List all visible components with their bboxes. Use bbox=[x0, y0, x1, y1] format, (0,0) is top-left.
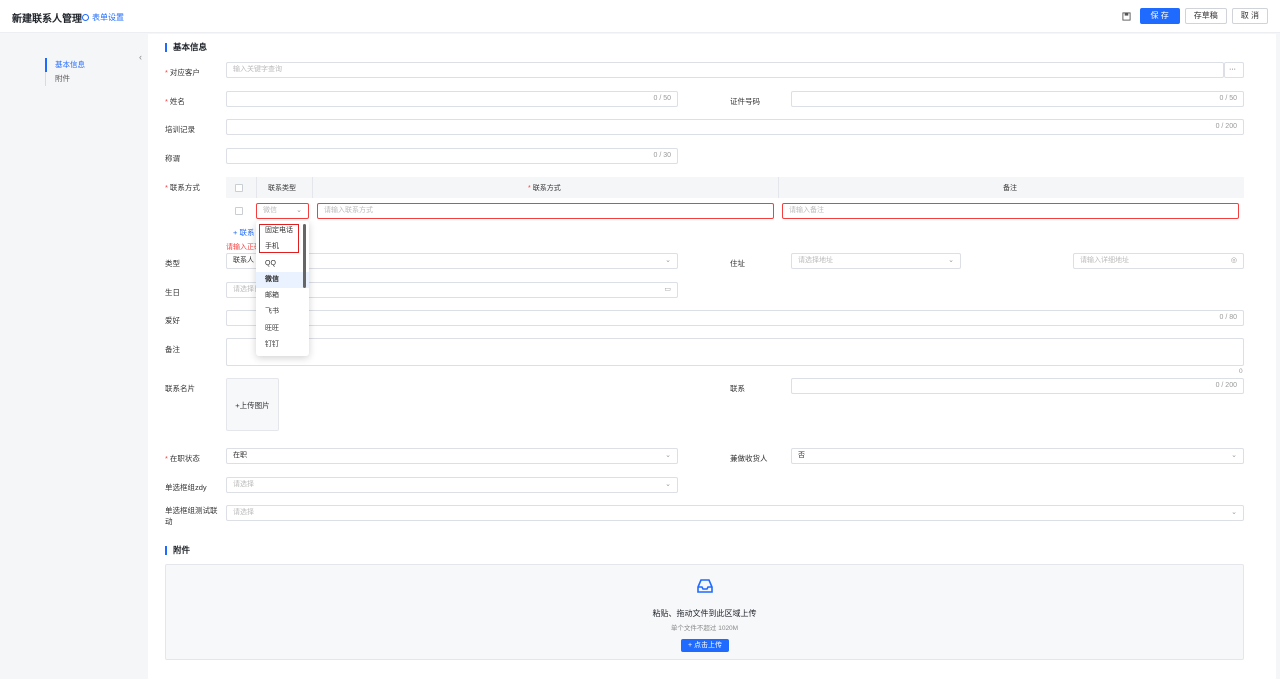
add-contact-link[interactable]: + 联系 bbox=[233, 227, 254, 238]
dropdown-scrollbar[interactable] bbox=[303, 224, 306, 288]
dropzone-title: 粘贴、拖动文件到此区域上传 bbox=[652, 609, 757, 618]
highlight-box bbox=[259, 224, 299, 253]
radio-zdy-select[interactable]: 请选择 ⌄ bbox=[226, 477, 678, 493]
radio-test-select[interactable]: 请选择 ⌄ bbox=[226, 505, 1244, 521]
nav-item-basic-info[interactable]: 基本信息 bbox=[45, 58, 85, 72]
hobby-label: 爱好 bbox=[165, 316, 180, 325]
receiver-select[interactable]: 否 ⌄ bbox=[791, 448, 1244, 464]
contact-type-select[interactable]: 微信 ⌄ bbox=[256, 203, 309, 219]
hobby-input[interactable]: 0 / 80 bbox=[226, 310, 1244, 326]
row-checkbox[interactable] bbox=[235, 207, 243, 215]
customer-more-button[interactable]: ··· bbox=[1224, 62, 1244, 78]
chevron-down-icon: ⌄ bbox=[296, 207, 302, 214]
nav-item-attachment[interactable]: 附件 bbox=[45, 72, 85, 86]
chevron-down-icon: ⌄ bbox=[1231, 509, 1237, 516]
gear-icon bbox=[82, 14, 89, 21]
save-disk-icon[interactable] bbox=[1119, 8, 1135, 24]
dropdown-option[interactable]: 飞书 bbox=[256, 304, 309, 320]
contact-remark-input[interactable]: 请输入备注 bbox=[782, 203, 1239, 219]
chevron-down-icon: ⌄ bbox=[665, 452, 671, 459]
inbox-icon bbox=[697, 579, 713, 593]
name-label: 姓名 bbox=[165, 96, 185, 107]
remark-count: 0 bbox=[1239, 368, 1243, 375]
select-all-checkbox[interactable] bbox=[235, 184, 243, 192]
address-select[interactable]: 请选择地址 ⌄ bbox=[791, 253, 961, 269]
address-label: 住址 bbox=[730, 259, 745, 268]
status-select[interactable]: 在职 ⌄ bbox=[226, 448, 678, 464]
section-title-basic: 基本信息 bbox=[165, 43, 207, 52]
click-upload-button[interactable]: + 点击上传 bbox=[681, 639, 730, 652]
radio-test-label: 单选框组测试联动 bbox=[165, 506, 218, 526]
location-pin-icon: ◎ bbox=[1230, 257, 1237, 264]
column-remark: 备注 bbox=[1003, 185, 1017, 192]
top-bar: 新建联系人管理 表单设置 保 存 存草稿 取 消 bbox=[0, 0, 1280, 33]
section-nav: 基本信息 附件 bbox=[45, 58, 85, 86]
upload-image-button[interactable]: +上传图片 bbox=[226, 378, 279, 431]
status-label: 在职状态 bbox=[165, 453, 200, 464]
birthday-label: 生日 bbox=[165, 288, 180, 297]
dropdown-option[interactable]: QQ bbox=[256, 256, 309, 272]
remark-label: 备注 bbox=[165, 345, 180, 354]
contact-method-input[interactable]: 请输入联系方式 bbox=[317, 203, 774, 219]
plus-icon: + bbox=[688, 642, 693, 649]
chevron-down-icon: ⌄ bbox=[948, 257, 954, 264]
radio-zdy-label: 单选框组zdy bbox=[165, 483, 207, 492]
id-number-label: 证件号码 bbox=[730, 97, 760, 106]
cancel-button[interactable]: 取 消 bbox=[1231, 8, 1268, 24]
title-input[interactable]: 0 / 30 bbox=[226, 148, 678, 164]
type-label: 类型 bbox=[165, 259, 180, 268]
section-title-attachment: 附件 bbox=[165, 546, 190, 555]
contact-table-header: 联系类型 联系方式 备注 bbox=[226, 177, 1244, 198]
title-label: 称谓 bbox=[165, 154, 180, 163]
dropzone-subtitle: 单个文件不超过 1020M bbox=[670, 625, 739, 632]
chevron-down-icon: ⌄ bbox=[665, 481, 671, 488]
file-dropzone[interactable]: 粘贴、拖动文件到此区域上传 单个文件不超过 1020M + 点击上传 bbox=[165, 564, 1244, 660]
customer-search-input[interactable]: 输入关键字查询 bbox=[226, 62, 1224, 78]
calendar-icon: ▭ bbox=[664, 286, 671, 293]
contact-method-label: 联系方式 bbox=[165, 182, 200, 193]
chevron-down-icon: ⌄ bbox=[665, 257, 671, 264]
sidebar bbox=[0, 34, 148, 679]
plus-icon: + bbox=[233, 228, 238, 237]
chevron-down-icon: ⌄ bbox=[1231, 452, 1237, 459]
column-contact-method: 联系方式 bbox=[528, 183, 561, 193]
contact-label: 联系 bbox=[730, 384, 745, 393]
contact-type-dropdown: 固定电话 手机 QQ 微信 邮箱 飞书 旺旺 钉钉 bbox=[256, 221, 309, 356]
save-button[interactable]: 保 存 bbox=[1139, 8, 1180, 24]
training-label: 培训记录 bbox=[165, 125, 195, 134]
card-label: 联系名片 bbox=[165, 384, 195, 393]
page-title: 新建联系人管理 bbox=[12, 14, 82, 25]
collapse-sidebar-icon[interactable]: ‹ bbox=[139, 52, 142, 62]
save-draft-button[interactable]: 存草稿 bbox=[1184, 8, 1227, 24]
training-input[interactable]: 0 / 200 bbox=[226, 119, 1244, 135]
dropdown-option[interactable]: 旺旺 bbox=[256, 321, 309, 337]
customer-label: 对应客户 bbox=[165, 67, 200, 78]
form-settings-label: 表单设置 bbox=[92, 13, 124, 22]
address-detail-input[interactable]: 请输入详细地址 ◎ bbox=[1073, 253, 1244, 269]
dropdown-option-selected[interactable]: 微信 bbox=[256, 271, 309, 289]
column-contact-type: 联系类型 bbox=[268, 185, 296, 192]
form-settings-link[interactable]: 表单设置 bbox=[82, 12, 124, 23]
dropdown-option[interactable]: 钉钉 bbox=[256, 337, 309, 353]
receiver-label: 兼做收货人 bbox=[730, 454, 768, 463]
id-number-input[interactable]: 0 / 50 bbox=[791, 91, 1244, 107]
remark-textarea[interactable] bbox=[226, 338, 1244, 366]
name-input[interactable]: 0 / 50 bbox=[226, 91, 678, 107]
contact-input[interactable]: 0 / 200 bbox=[791, 378, 1244, 394]
dropdown-option[interactable]: 邮箱 bbox=[256, 288, 309, 304]
